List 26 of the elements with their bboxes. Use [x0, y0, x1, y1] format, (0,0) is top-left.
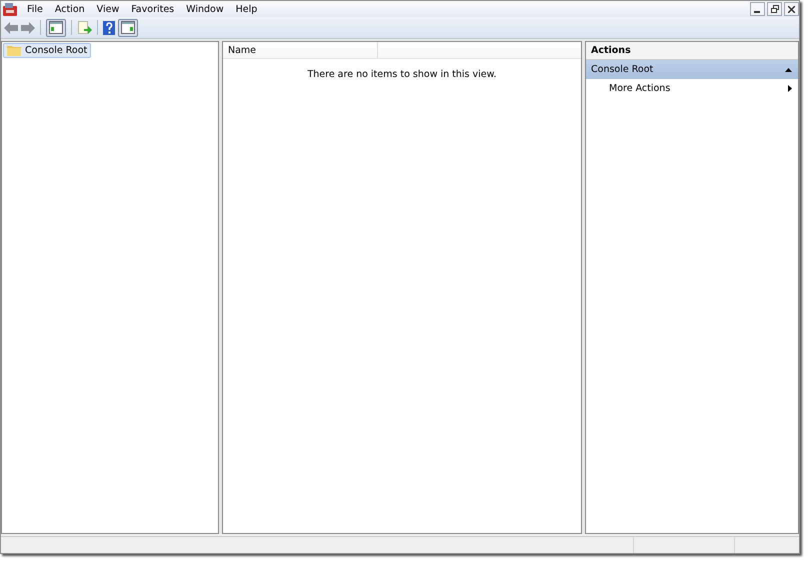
- tree-item[interactable]: Console Root: [3, 43, 92, 58]
- close-button[interactable]: [784, 2, 799, 16]
- show-hide-action-pane-button[interactable]: [118, 18, 138, 36]
- menu-item[interactable]: Action: [48, 4, 91, 14]
- minimize-button[interactable]: [750, 2, 765, 16]
- menu-item[interactable]: Favorites: [125, 4, 180, 14]
- folder-icon: [7, 45, 21, 56]
- actions-title: Actions: [586, 42, 798, 60]
- app-icon: [3, 2, 17, 16]
- action-item[interactable]: More Actions: [586, 79, 798, 98]
- menu-item[interactable]: File: [21, 4, 49, 14]
- close-icon: [788, 6, 795, 12]
- export-list-icon[interactable]: [77, 20, 92, 34]
- menu-item[interactable]: Help: [230, 4, 264, 14]
- menu-item[interactable]: Window: [180, 4, 230, 14]
- collapse-arrow-icon: [785, 68, 792, 72]
- help-icon[interactable]: [103, 20, 115, 34]
- empty-message: There are no items to show in this view.: [306, 69, 498, 80]
- menu-item[interactable]: View: [90, 4, 126, 14]
- show-hide-tree-button[interactable]: [46, 18, 66, 36]
- actions-section-header[interactable]: Console Root: [586, 60, 798, 79]
- submenu-arrow-icon: [788, 85, 792, 92]
- back-icon[interactable]: [4, 22, 18, 34]
- forward-icon[interactable]: [21, 22, 35, 34]
- restore-button[interactable]: [767, 2, 782, 16]
- restore-icon: [770, 5, 778, 13]
